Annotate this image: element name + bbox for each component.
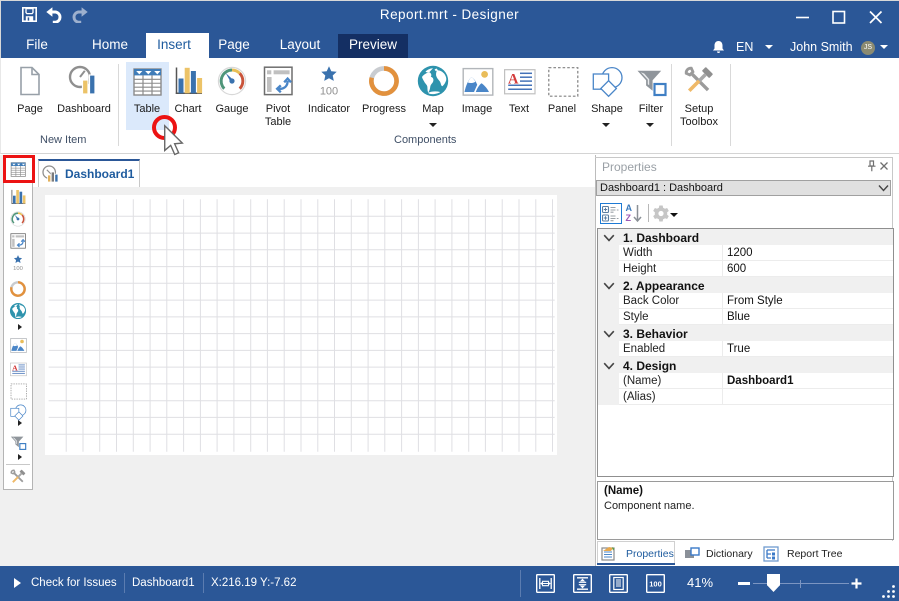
svg-text:100: 100 xyxy=(649,579,662,588)
svg-text:100: 100 xyxy=(320,86,338,98)
svg-text:100: 100 xyxy=(13,266,23,272)
